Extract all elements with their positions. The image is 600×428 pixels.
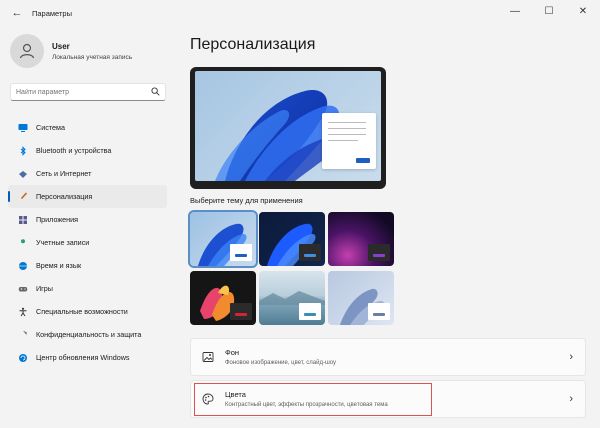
search-box [10, 83, 166, 101]
theme-flow[interactable] [328, 271, 394, 325]
accessibility-icon [18, 307, 28, 317]
sidebar-item-label: Конфиденциальность и защита [36, 330, 142, 339]
theme-sunrise[interactable] [259, 271, 325, 325]
card-colors-title: Цвета [225, 390, 246, 399]
theme-windows-dark[interactable] [259, 212, 325, 266]
sidebar-item-10[interactable]: Центр обновления Windows [8, 346, 167, 369]
sidebar-item-2[interactable]: Сеть и Интернет [8, 162, 167, 185]
sidebar-item-label: Приложения [36, 215, 79, 224]
sidebar-item-1[interactable]: Bluetooth и устройства [8, 139, 167, 162]
sidebar-item-label: Время и язык [36, 261, 82, 270]
person-icon [18, 238, 28, 248]
apps-icon [18, 215, 28, 225]
chevron-right-icon: › [569, 351, 573, 363]
theme-glow[interactable] [328, 212, 394, 266]
sidebar-item-label: Игры [36, 284, 53, 293]
globe-icon [18, 261, 28, 271]
gamepad-icon [18, 284, 28, 294]
app-title: Параметры [32, 8, 72, 18]
page-title: Персонализация [190, 36, 316, 53]
bluetooth-icon [18, 145, 28, 156]
search-input[interactable] [16, 88, 151, 96]
sidebar-item-7[interactable]: Игры [8, 277, 167, 300]
theme-grid [188, 210, 399, 325]
card-background-title: Фон [225, 348, 240, 357]
sidebar-item-label: Учетные записи [36, 238, 90, 247]
sidebar-item-label: Специальные возможности [36, 307, 128, 316]
chevron-right-icon: › [569, 393, 573, 405]
minimize-button[interactable]: — [498, 0, 532, 22]
close-button[interactable]: ✕ [566, 0, 600, 22]
sidebar: User Локальная учетная запись Система Blu… [0, 26, 175, 428]
sidebar-item-label: Bluetooth и устройства [36, 146, 112, 155]
theme-preview [190, 67, 386, 189]
sidebar-item-9[interactable]: Конфиденциальность и защита [8, 323, 167, 346]
search-icon[interactable] [151, 86, 160, 98]
card-background[interactable]: Фон Фоновое изображение, цвет, слайд-шоу… [190, 338, 586, 376]
preview-wallpaper [195, 71, 381, 181]
card-colors-subtitle: Контрастный цвет, эффекты прозрачности, … [225, 402, 388, 408]
card-background-subtitle: Фоновое изображение, цвет, слайд-шоу [225, 360, 337, 366]
sidebar-item-6[interactable]: Время и язык [8, 254, 167, 277]
user-profile[interactable]: User Локальная учетная запись [10, 34, 132, 68]
shield-icon [18, 330, 28, 340]
main-content: Персонализация Выберите тему для примене… [188, 26, 588, 428]
title-bar: ← Параметры — ☐ ✕ [0, 0, 600, 26]
themes-label: Выберите тему для применения [190, 196, 303, 205]
sidebar-item-label: Персонализация [36, 192, 93, 201]
sidebar-item-8[interactable]: Специальные возможности [8, 300, 167, 323]
back-arrow-icon[interactable]: ← [6, 2, 28, 24]
image-icon [201, 350, 215, 364]
sidebar-nav: Система Bluetooth и устройства Сеть и Инте… [8, 116, 167, 369]
user-account-type: Локальная учетная запись [52, 53, 133, 61]
sidebar-item-label: Система [36, 123, 65, 132]
maximize-button[interactable]: ☐ [532, 0, 566, 22]
palette-icon [201, 392, 215, 406]
sidebar-item-4[interactable]: Приложения [8, 208, 167, 231]
preview-window [322, 113, 376, 169]
sidebar-item-5[interactable]: Учетные записи [8, 231, 167, 254]
sidebar-item-label: Сеть и Интернет [36, 169, 92, 178]
card-colors[interactable]: Цвета Контрастный цвет, эффекты прозрачн… [190, 380, 586, 418]
user-name: User [52, 41, 70, 51]
sidebar-item-label: Центр обновления Windows [36, 353, 130, 362]
sidebar-item-0[interactable]: Система [8, 116, 167, 139]
user-avatar-icon [19, 43, 35, 59]
window-controls: — ☐ ✕ [498, 0, 600, 22]
avatar [10, 34, 44, 68]
brush-icon [18, 191, 28, 202]
update-icon [18, 353, 28, 363]
monitor-icon [18, 123, 28, 133]
sidebar-item-3[interactable]: Персонализация [8, 185, 167, 208]
theme-windows-light[interactable] [188, 210, 258, 268]
theme-captured-motion[interactable] [190, 271, 256, 325]
wifi-icon [18, 169, 28, 179]
